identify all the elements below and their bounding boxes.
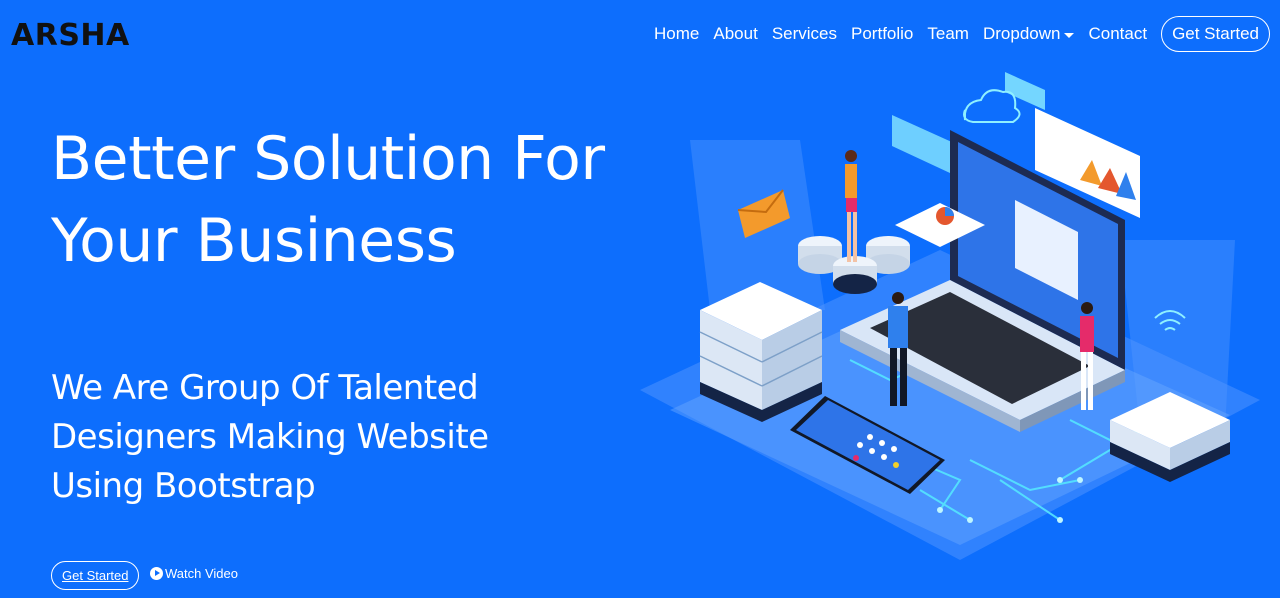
hero-title: Better Solution For Your Business xyxy=(51,118,605,282)
nav-about[interactable]: About xyxy=(713,24,757,44)
caret-down-icon xyxy=(1064,32,1075,38)
nav-dropdown[interactable]: Dropdown xyxy=(983,24,1075,44)
nav-contact[interactable]: Contact xyxy=(1088,24,1147,44)
hero-subtitle: We Are Group Of Talented Designers Makin… xyxy=(51,364,571,511)
hero-title-line-1: Better Solution For xyxy=(51,124,605,194)
logo[interactable]: ARSHA xyxy=(11,18,130,53)
nav-get-started-button[interactable]: Get Started xyxy=(1161,16,1270,52)
nav-dropdown-label: Dropdown xyxy=(982,24,1061,43)
nav-portfolio[interactable]: Portfolio xyxy=(851,24,913,44)
watch-video-label: Watch Video xyxy=(165,566,238,581)
person-woman-standing xyxy=(845,150,857,262)
small-panel xyxy=(1005,72,1045,110)
play-circle-icon xyxy=(150,567,163,580)
cloud-icon xyxy=(963,89,1021,123)
server-left xyxy=(699,282,823,422)
nav-team[interactable]: Team xyxy=(927,24,969,44)
hero-get-started-button[interactable]: Get Started xyxy=(51,561,140,590)
hero-subtitle-line-1: We Are Group Of Talented xyxy=(51,368,479,408)
hero-subtitle-line-2: Designers Making Website xyxy=(51,417,489,457)
hero-subtitle-line-3: Using Bootstrap xyxy=(51,466,316,506)
nav-home[interactable]: Home xyxy=(654,24,699,44)
nav-services[interactable]: Services xyxy=(772,24,837,44)
hero-title-line-2: Your Business xyxy=(51,206,457,276)
watch-video-link[interactable]: Watch Video xyxy=(150,566,238,581)
hero-illustration xyxy=(640,72,1260,560)
main-nav: Home About Services Portfolio Team Dropd… xyxy=(654,16,1270,52)
